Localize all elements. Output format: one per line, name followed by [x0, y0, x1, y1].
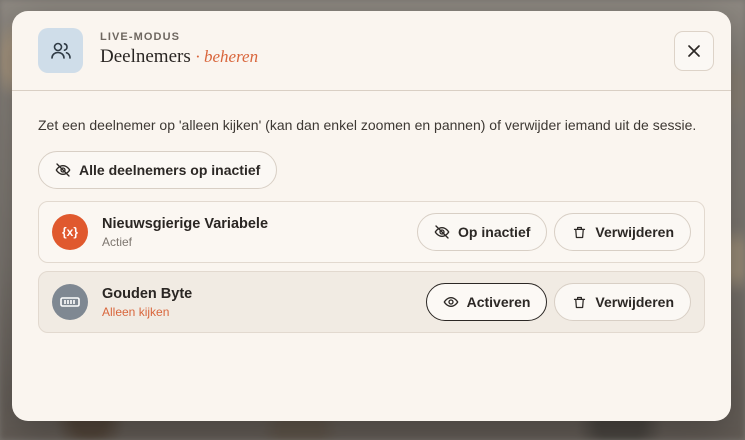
remove-label: Verwijderen: [595, 224, 674, 240]
close-icon: [688, 45, 700, 57]
byte-icon: [60, 297, 80, 307]
participants-modal: LIVE-MODUS Deelnemers · beheren Zet een …: [12, 11, 731, 421]
users-icon: [38, 28, 83, 73]
participant-row: {x} Nieuwsgierige Variabele Actief Op in…: [38, 201, 705, 263]
remove-button[interactable]: Verwijderen: [554, 213, 691, 251]
avatar: {x}: [52, 214, 88, 250]
title-main: Deelnemers: [100, 46, 191, 67]
set-inactive-label: Op inactief: [458, 224, 531, 240]
close-button[interactable]: [674, 31, 714, 71]
trash-icon: [571, 294, 587, 310]
variable-icon: {x}: [61, 225, 78, 239]
eye-icon: [443, 294, 459, 310]
activate-label: Activeren: [466, 294, 531, 310]
modal-body: Zet een deelnemer op 'alleen kijken' (ka…: [12, 114, 731, 333]
participant-name: Gouden Byte: [102, 285, 193, 302]
modal-eyebrow: LIVE-MODUS: [100, 31, 181, 43]
title-accent: · beheren: [195, 47, 259, 66]
eye-off-icon: [434, 224, 450, 240]
participant-name: Nieuwsgierige Variabele: [102, 215, 269, 232]
modal-title: Deelnemers · beheren: [100, 46, 258, 68]
trash-icon: [571, 224, 587, 240]
remove-button[interactable]: Verwijderen: [554, 283, 691, 321]
avatar: [52, 284, 88, 320]
deactivate-all-button[interactable]: Alle deelnemers op inactief: [38, 151, 278, 189]
participant-list: {x} Nieuwsgierige Variabele Actief Op in…: [38, 201, 705, 333]
modal-description: Zet een deelnemer op 'alleen kijken' (ka…: [38, 117, 697, 133]
participant-info: Gouden Byte Alleen kijken: [102, 286, 419, 319]
eye-off-icon: [55, 162, 71, 178]
participant-row: Gouden Byte Alleen kijken Activeren Verw…: [38, 271, 705, 333]
header-text: LIVE-MODUS Deelnemers · beheren: [100, 31, 258, 68]
activate-button[interactable]: Activeren: [425, 283, 548, 321]
participant-info: Nieuwsgierige Variabele Actief: [102, 216, 410, 249]
deactivate-all-label: Alle deelnemers op inactief: [79, 162, 261, 178]
remove-label: Verwijderen: [595, 294, 674, 310]
participant-status: Actief: [102, 234, 133, 249]
modal-header: LIVE-MODUS Deelnemers · beheren: [12, 11, 731, 91]
participant-status: Alleen kijken: [102, 304, 170, 319]
set-inactive-button[interactable]: Op inactief: [417, 213, 548, 251]
